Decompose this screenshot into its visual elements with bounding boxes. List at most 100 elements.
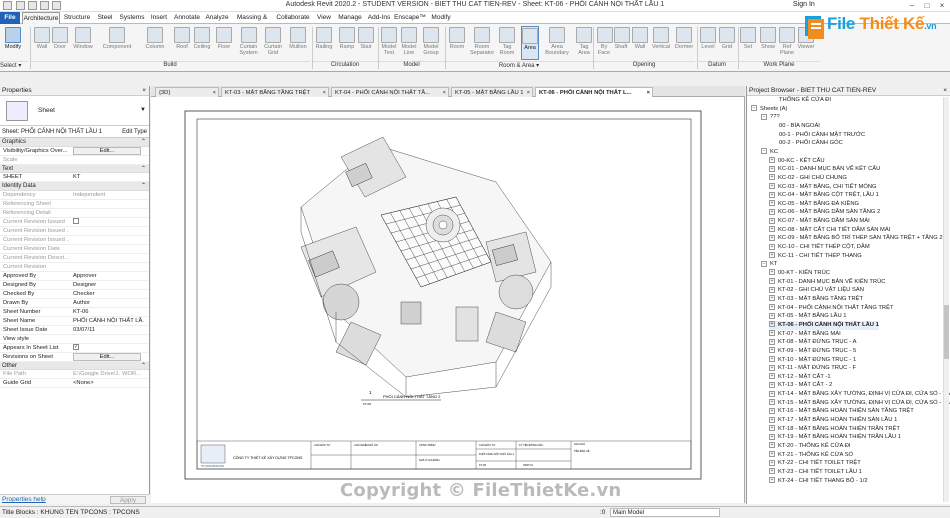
ribbon-button-component[interactable]: Component (98, 26, 136, 60)
ribbon-button-modify[interactable]: Modify (2, 26, 24, 60)
browser-item[interactable]: + KT-11 - MẶT ĐỨNG TRỤC - F (769, 364, 856, 373)
view-tab[interactable]: KT-04 - PHỐI CẢNH NỘI THẤT TẦ... × (331, 87, 449, 97)
ribbon-button-ramp[interactable]: Ramp (338, 26, 356, 60)
collapse-icon[interactable]: − (761, 113, 767, 120)
property-value[interactable]: <None> (72, 379, 144, 387)
browser-item[interactable]: + KC-09 - MẶT BẰNG BỐ TRÍ THÉP SÀN TẦNG T… (769, 234, 943, 243)
browser-item[interactable]: + KC-04 - MẶT BẰNG CỘT TRỆT, LẦU 1 (769, 191, 879, 200)
ribbon-button-wall[interactable]: Wall (631, 26, 649, 60)
expand-icon[interactable]: + (769, 338, 775, 345)
expand-icon[interactable]: + (769, 252, 775, 259)
ribbon-button-set[interactable]: Set (740, 26, 756, 60)
menu-tab-view[interactable]: View (314, 12, 334, 24)
close-tab-icon[interactable]: × (527, 88, 530, 97)
menu-tab-modify[interactable]: Modify (428, 12, 454, 24)
ribbon-button-show[interactable]: Show (760, 26, 776, 60)
expand-icon[interactable]: + (769, 208, 775, 215)
ribbon-button-room-separator[interactable]: Room Separator (470, 26, 494, 60)
scrollbar-thumb[interactable] (944, 305, 949, 359)
view-tab[interactable]: KT-03 - MẶT BẰNG TẦNG TRỆT × (221, 87, 329, 97)
property-value[interactable]: Designer (72, 281, 144, 289)
browser-item[interactable]: + KC-07 - MẶT BẰNG DẦM SÀN MÁI (769, 217, 870, 226)
property-section-text[interactable]: Text ⌃ (0, 164, 149, 173)
browser-item[interactable]: 00-2 - PHỐI CẢNH GÓC (769, 139, 843, 148)
expand-icon[interactable]: + (769, 234, 775, 241)
expand-icon[interactable]: + (769, 373, 775, 380)
expand-icon[interactable]: + (769, 295, 775, 302)
expand-icon[interactable]: + (769, 269, 775, 276)
browser-item[interactable]: + KC-11 - CHI TIẾT THÉP THANG (769, 252, 862, 261)
ribbon-button-tag-area[interactable]: Tag Area (574, 26, 594, 60)
browser-item[interactable]: + KT-03 - MẶT BẰNG TẦNG TRỆT (769, 295, 863, 304)
property-value[interactable] (72, 217, 144, 226)
expand-icon[interactable]: + (769, 191, 775, 198)
property-value[interactable]: ✓ (72, 343, 144, 352)
checkbox[interactable]: ✓ (73, 343, 79, 350)
browser-item[interactable]: + KT-07 - MẶT BẰNG MÁI (769, 330, 841, 339)
ribbon-button-model-text[interactable]: Model Text (380, 26, 398, 60)
browser-item[interactable]: + KC-05 - MẶT BẰNG ĐÀ KIỀNG (769, 200, 859, 209)
menu-tab-systems[interactable]: Systems (118, 12, 146, 24)
expand-icon[interactable]: + (769, 226, 775, 233)
browser-item[interactable]: + KC-10 - CHI TIẾT THÉP CỘT, DẦM (769, 243, 870, 252)
ribbon-button-shaft[interactable]: Shaft (614, 26, 630, 60)
collapse-icon[interactable]: ⌃ (141, 138, 146, 147)
model-selector[interactable]: Main Model (610, 508, 720, 517)
expand-icon[interactable]: + (769, 390, 775, 397)
close-tab-icon[interactable]: × (213, 88, 216, 97)
browser-item[interactable]: + KC-08 - MẶT CẮT CHI TIẾT DẦM SÀN MÁI (769, 226, 890, 235)
browser-item[interactable]: − Sheets (A) (751, 105, 787, 114)
expand-icon[interactable]: + (769, 321, 775, 328)
ribbon-button-ceiling[interactable]: Ceiling (192, 26, 212, 60)
browser-item[interactable]: + KT-08 - MẶT ĐỨNG TRỤC - A (769, 338, 857, 347)
drawing-area[interactable]: 1 PHỐI CẢNH NỘI THẤT TẦNG 2 KT-06 CÔNG T… (151, 97, 745, 503)
ribbon-button-curtain-system[interactable]: Curtain System (237, 26, 260, 60)
browser-item[interactable]: + KT-22 - CHI TIẾT TOILET TRỆT (769, 459, 861, 468)
property-value[interactable]: Edit... (72, 352, 144, 361)
menu-tab-enscape[interactable]: Enscape™ (394, 12, 426, 24)
menu-tab-massing-site[interactable]: Massing & Site (232, 12, 272, 33)
expand-icon[interactable]: + (769, 182, 775, 189)
ribbon-button-curtain-grid[interactable]: Curtain Grid (262, 26, 284, 60)
edit-type-button[interactable]: Edit Type (122, 126, 147, 138)
browser-item[interactable]: −??? (761, 113, 780, 122)
edit-button[interactable]: Edit... (73, 146, 141, 155)
chevron-down-icon[interactable]: ▼ (140, 107, 146, 113)
browser-item[interactable]: THỐNG KÊ CỬA ĐI (769, 96, 831, 105)
minimize-icon[interactable]: – (905, 0, 919, 11)
browser-item[interactable]: 00-1 - PHỐI CẢNH MẶT TRƯỚC (769, 131, 865, 140)
expand-icon[interactable]: + (769, 312, 775, 319)
expand-icon[interactable]: + (769, 330, 775, 337)
property-value[interactable]: E:\Google Drive\1. WOR... (72, 370, 144, 378)
browser-item[interactable]: + KC-01 - DANH MỤC BẢN VẼ KẾT CẤU (769, 165, 880, 174)
browser-item[interactable]: + KT-02 - GHI CHÚ VẬT LIỆU SÀN (769, 286, 864, 295)
browser-item[interactable]: + KT-14 - MẶT BẰNG XÂY TƯỜNG, ĐỊNH VỊ CỬA… (769, 390, 950, 399)
menu-tab-file[interactable]: File (0, 12, 20, 24)
ribbon-button-grid[interactable]: Grid (719, 26, 735, 60)
browser-item[interactable]: + KT-01 - DANH MỤC BẢN VẼ KIẾN TRÚC (769, 278, 885, 287)
menu-tab-insert[interactable]: Insert (148, 12, 170, 24)
browser-item[interactable]: 00 - BÌA NGOÀI (769, 122, 820, 131)
browser-item[interactable]: + KT-15 - MẶT BẰNG XÂY TƯỜNG, ĐỊNH VỊ CỬA… (769, 399, 950, 408)
collapse-icon[interactable]: ⌃ (141, 362, 146, 371)
close-tab-icon[interactable]: × (647, 88, 650, 97)
close-icon[interactable]: × (935, 0, 949, 11)
ribbon-button-railing[interactable]: Railing (314, 26, 334, 60)
collapse-icon[interactable]: ⌃ (141, 182, 146, 191)
browser-item[interactable]: + KT-23 - CHI TIẾT TOILET LẦU 1 (769, 468, 862, 477)
browser-item[interactable]: + KT-13 - MẶT CẮT - 2 (769, 381, 832, 390)
expand-icon[interactable]: + (769, 347, 775, 354)
browser-scrollbar[interactable] (943, 97, 949, 502)
property-section-other[interactable]: Other ⌃ (0, 361, 149, 371)
ribbon-button-column[interactable]: Column (142, 26, 168, 60)
browser-item[interactable]: + KC-02 - GHI CHÚ CHUNG (769, 174, 847, 183)
close-browser-icon[interactable]: × (943, 86, 947, 96)
ribbon-button-mullion[interactable]: Mullion (286, 26, 310, 60)
property-value[interactable]: Independent (72, 191, 144, 199)
browser-item[interactable]: + KT-10 - MẶT ĐỨNG TRỤC - 1 (769, 355, 856, 365)
expand-icon[interactable]: + (769, 217, 775, 224)
menu-tab-steel[interactable]: Steel (94, 12, 116, 24)
ribbon-button-wall[interactable]: Wall (34, 26, 50, 60)
ribbon-button-dormer[interactable]: Dormer (673, 26, 695, 60)
expand-icon[interactable]: + (769, 425, 775, 432)
